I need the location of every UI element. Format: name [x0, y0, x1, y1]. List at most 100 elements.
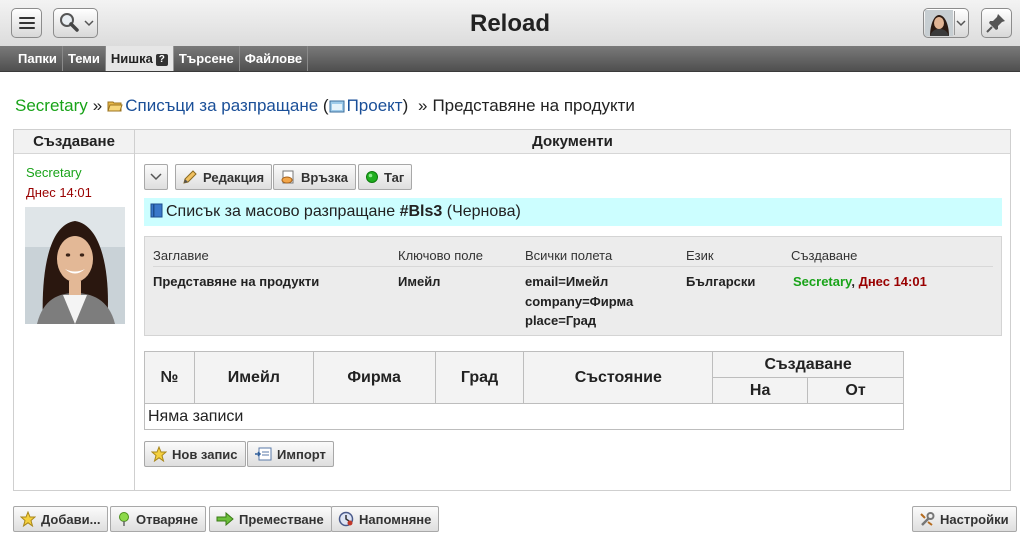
tab-search[interactable]: Търсене	[174, 46, 240, 71]
col-email[interactable]: Имейл	[193, 351, 314, 404]
breadcrumb: Secretary» Списъци за разпращане ( Проек…	[15, 96, 635, 116]
tag-button[interactable]: Таг	[358, 164, 413, 190]
book-icon	[150, 203, 163, 218]
records-table: № Имейл Фирма Град Състояние Създаване Н…	[144, 351, 904, 430]
move-button[interactable]: Преместване	[209, 506, 332, 532]
info-header-created: Създаване	[791, 248, 858, 263]
info-value-language: Български	[686, 274, 756, 289]
tab-label: Папки	[18, 51, 57, 66]
breadcrumb-paren: )	[402, 96, 409, 115]
tab-label: Файлове	[244, 51, 303, 66]
tab-label: Нишка	[110, 51, 153, 66]
import-button[interactable]: Импорт	[247, 441, 334, 467]
creation-column: Създаване Secretary Днес 14:01	[14, 130, 135, 490]
document-info-box: Заглавие Ключово поле Всички полета Език…	[144, 236, 1002, 336]
reminder-clock-icon	[338, 511, 354, 527]
thread-table: Създаване Secretary Днес 14:01 Документи	[13, 129, 1011, 491]
document-type-label: Списък за масово разпращане	[166, 203, 396, 220]
import-label: Импорт	[277, 446, 326, 462]
arrow-right-icon	[216, 512, 234, 526]
new-record-label: Нов запис	[172, 446, 238, 462]
add-button-label: Добави...	[41, 511, 101, 527]
author-date: Днес 14:01	[26, 185, 92, 200]
settings-button-label: Настройки	[940, 511, 1009, 527]
open-button-label: Отваряне	[136, 511, 198, 527]
col-created-group: Създаване	[712, 351, 904, 378]
author-link[interactable]: Secretary	[26, 165, 82, 180]
tab-topics[interactable]: Теми	[63, 46, 106, 71]
link-button-label: Връзка	[301, 169, 349, 185]
document-menu-button[interactable]	[144, 164, 168, 190]
documents-column: Документи Редакция Връзка Таг Списък за …	[135, 130, 1010, 490]
edit-button[interactable]: Редакция	[175, 164, 273, 190]
top-bar: Reload	[0, 0, 1020, 46]
breadcrumb-separator: »	[92, 96, 103, 115]
info-value-created: Secretary, Днес 14:01	[793, 272, 927, 292]
col-created-on[interactable]: На	[712, 377, 809, 404]
author-avatar	[25, 207, 125, 324]
edit-button-label: Редакция	[203, 169, 265, 185]
document-title-bar: Списък за масово разпращане #Bls3 (Черно…	[144, 198, 1002, 226]
creation-column-header: Създаване	[14, 130, 134, 154]
app-title: Reload	[469, 10, 550, 37]
breadcrumb-folder-link[interactable]: Списъци за разпращане	[125, 96, 318, 115]
field-mapping: company=Фирма	[525, 293, 634, 309]
help-icon[interactable]: ?	[155, 54, 168, 66]
info-header-key-field: Ключово поле	[398, 248, 484, 263]
remind-button-label: Напомняне	[359, 511, 432, 527]
green-pin-icon	[119, 512, 129, 526]
info-value-key-field: Имейл	[398, 274, 441, 289]
tab-label: Търсене	[178, 51, 234, 66]
user-menu-button[interactable]	[923, 8, 969, 38]
author-photo-icon	[25, 207, 125, 324]
folder-open-icon	[107, 101, 123, 112]
empty-records-message: Няма записи	[144, 403, 904, 430]
tab-files[interactable]: Файлове	[240, 46, 309, 71]
col-state[interactable]: Състояние	[523, 351, 714, 404]
col-created-from[interactable]: От	[807, 377, 904, 404]
remind-button[interactable]: Напомняне	[331, 506, 440, 532]
move-button-label: Преместване	[239, 511, 324, 527]
info-header-language: Език	[686, 248, 714, 263]
user-avatar-icon	[925, 10, 966, 36]
info-value-title: Представяне на продукти	[153, 274, 320, 289]
breadcrumb-project-link[interactable]: Проект	[347, 96, 403, 115]
pin-button[interactable]	[981, 8, 1012, 38]
link-button[interactable]: Връзка	[273, 164, 357, 190]
chevron-down-icon	[150, 173, 162, 181]
info-value-all-fields: email=Имейл company=Фирма place=Град	[525, 272, 633, 331]
col-city[interactable]: Град	[434, 351, 525, 404]
link-document-icon	[281, 170, 294, 184]
star-icon	[20, 511, 36, 527]
document-status: (Чернова)	[446, 203, 521, 220]
col-company[interactable]: Фирма	[312, 351, 436, 404]
document-number-link[interactable]: #Bls3	[400, 203, 443, 220]
info-header-title: Заглавие	[153, 248, 209, 263]
green-dot-icon	[366, 171, 378, 183]
field-mapping: place=Град	[525, 313, 597, 328]
documents-column-header: Документи	[135, 130, 1010, 154]
info-header-all-fields: Всички полета	[525, 248, 613, 263]
pencil-icon	[183, 170, 197, 184]
breadcrumb-user-link[interactable]: Secretary	[15, 96, 88, 115]
tab-thread[interactable]: Нишка?	[105, 46, 174, 71]
project-icon	[329, 100, 345, 113]
star-icon	[151, 446, 167, 462]
pin-icon	[986, 14, 1005, 33]
main-tabs: Папки Теми Нишка? Търсене Файлове	[0, 46, 1020, 72]
created-by-link[interactable]: Secretary	[793, 274, 851, 289]
col-number[interactable]: №	[144, 351, 195, 404]
import-icon	[255, 447, 272, 461]
settings-tools-icon	[920, 512, 935, 526]
breadcrumb-separator: »	[417, 96, 428, 115]
tab-label: Теми	[67, 51, 100, 66]
created-separator: ,	[851, 274, 855, 289]
breadcrumb-current: Представяне на продукти	[432, 96, 635, 115]
new-record-button[interactable]: Нов запис	[144, 441, 246, 467]
field-mapping: email=Имейл	[525, 274, 609, 289]
created-at: Днес 14:01	[858, 274, 927, 289]
settings-button[interactable]: Настройки	[912, 506, 1017, 532]
add-button[interactable]: Добави...	[13, 506, 109, 532]
open-button[interactable]: Отваряне	[110, 506, 206, 532]
tab-folders[interactable]: Папки	[13, 46, 63, 71]
